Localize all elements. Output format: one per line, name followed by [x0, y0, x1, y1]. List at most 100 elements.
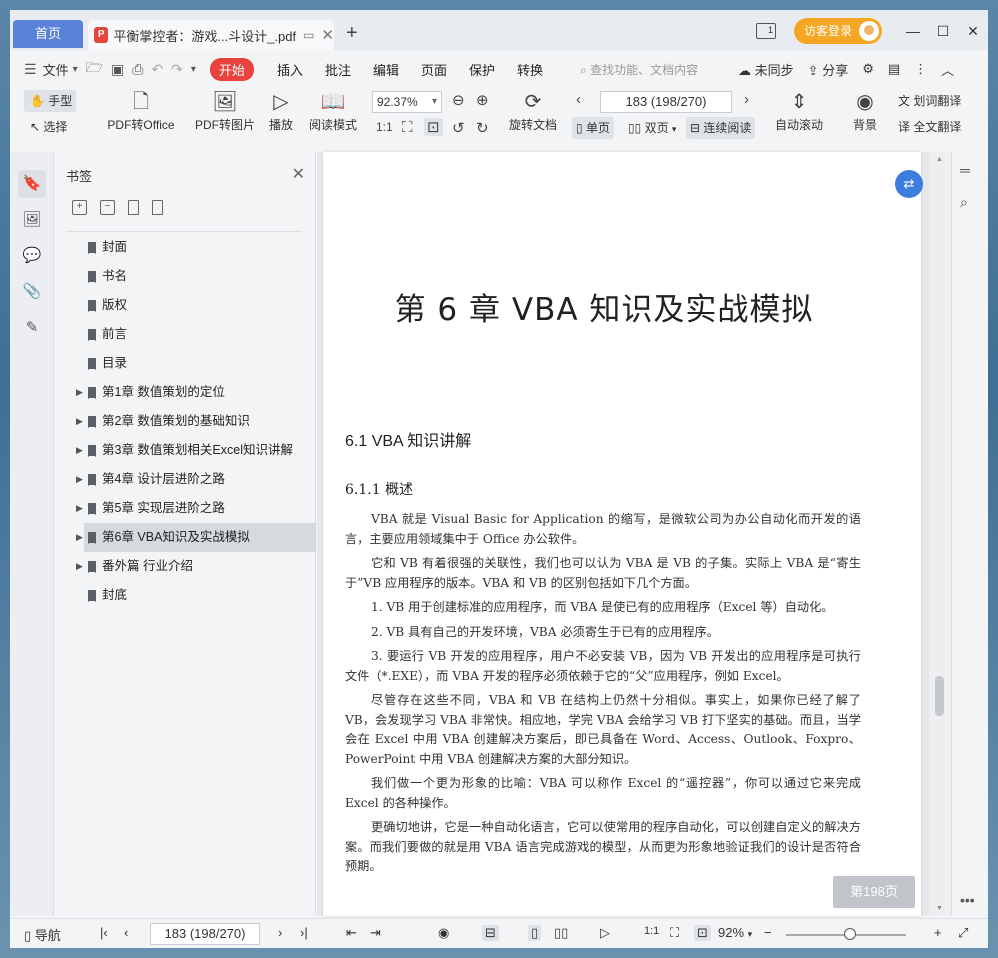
scroll-down-icon[interactable]: ▼: [936, 905, 943, 912]
prev-page-status-icon[interactable]: ‹: [124, 925, 128, 940]
search-input[interactable]: ⌕ 查找功能、文档内容: [580, 61, 730, 78]
nav-button[interactable]: ▯ 导航: [24, 925, 61, 944]
zoom-out-icon[interactable]: ⊖: [452, 91, 465, 109]
add-child-bookmark-icon[interactable]: −: [100, 200, 115, 215]
settings-icon[interactable]: ⚙: [862, 61, 874, 77]
continuous-status-icon[interactable]: ⊟: [482, 925, 499, 941]
play-button[interactable]: ▷ 播放: [264, 88, 298, 133]
expand-arrow-icon[interactable]: ▶: [76, 436, 83, 465]
floating-convert-icon[interactable]: ⇄: [895, 170, 923, 198]
scrollbar-thumb[interactable]: [935, 676, 944, 716]
new-tab-button[interactable]: +: [346, 22, 358, 45]
tab-document[interactable]: P 平衡掌控者：游戏...斗设计_.pdf ▭ ✕: [88, 20, 334, 50]
bookmark-item[interactable]: ▶ 第2章 数值策划的基础知识: [54, 407, 316, 436]
menu-file[interactable]: 文件: [43, 60, 69, 79]
sync-button[interactable]: ☁ 未同步: [738, 60, 794, 79]
window-icon[interactable]: ▭: [303, 28, 314, 42]
signature-icon[interactable]: ✎: [18, 314, 46, 342]
expand-arrow-icon[interactable]: ▶: [76, 552, 83, 581]
bookmark-item[interactable]: ▶ 第1章 数值策划的定位: [54, 378, 316, 407]
menu-page[interactable]: 页面: [421, 60, 447, 79]
chevron-down-icon[interactable]: ▾: [73, 64, 78, 75]
actual-size-status-icon[interactable]: 1:1: [644, 925, 659, 937]
bookmark-item[interactable]: ▶ 第3章 数值策划相关Excel知识讲解: [54, 436, 316, 465]
expand-arrow-icon[interactable]: ▶: [76, 407, 83, 436]
fit-width-status-icon[interactable]: ⊡: [694, 925, 711, 941]
menu-edit[interactable]: 编辑: [373, 60, 399, 79]
background-button[interactable]: ◉ 背景: [844, 88, 886, 133]
double-page-button[interactable]: ▯▯ 双页 ▾: [624, 117, 680, 139]
undo-icon[interactable]: ↶: [151, 61, 163, 78]
open-folder-icon[interactable]: 🗁: [86, 57, 103, 81]
bookmark-item[interactable]: 书名: [54, 262, 316, 291]
add-bookmark-icon[interactable]: +: [72, 200, 87, 215]
continuous-read-button[interactable]: ⊟ 连续阅读: [686, 117, 756, 139]
expand-arrow-icon[interactable]: ▶: [76, 494, 83, 523]
close-panel-icon[interactable]: ✕: [292, 164, 305, 184]
status-page-input[interactable]: 183 (198/270): [150, 923, 260, 945]
comment-icon[interactable]: 💬: [18, 242, 46, 270]
sidebar-toggle-icon[interactable]: ═: [960, 162, 970, 178]
bookmark-item[interactable]: 版权: [54, 291, 316, 320]
rotate-right-icon[interactable]: ↻: [476, 119, 489, 137]
hamburger-menu-icon[interactable]: ☰: [24, 61, 37, 78]
fit-page-icon[interactable]: ⛶: [402, 119, 413, 136]
message-icon[interactable]: ▤: [888, 61, 900, 77]
print-icon[interactable]: ⎙: [132, 61, 143, 78]
bookmark-item[interactable]: ▶ 第6章 VBA知识及实战模拟: [76, 523, 316, 552]
menu-convert[interactable]: 转换: [517, 60, 543, 79]
scroll-up-icon[interactable]: ▲: [936, 156, 943, 163]
word-translate-button[interactable]: 文 划词翻译: [894, 90, 965, 112]
bookmark-item[interactable]: 封面: [54, 233, 316, 262]
zoom-in-icon[interactable]: ⊕: [476, 91, 489, 109]
bookmark-panel-icon[interactable]: 🔖: [18, 170, 46, 198]
fit-width-icon[interactable]: ⊡: [424, 118, 443, 136]
search-document-icon[interactable]: ⌕: [960, 194, 968, 211]
menu-insert[interactable]: 插入: [277, 60, 303, 79]
hand-tool-button[interactable]: ✋ 手型: [24, 90, 76, 112]
redo-icon[interactable]: ↷: [171, 61, 183, 78]
bookmark-add-icon[interactable]: [128, 200, 139, 215]
collapse-ribbon-icon[interactable]: ︿: [941, 60, 954, 79]
single-page-status-icon[interactable]: ▯: [528, 925, 542, 941]
auto-scroll-button[interactable]: ⇕ 自动滚动: [766, 88, 832, 133]
zoom-select[interactable]: 92.37%: [372, 91, 442, 113]
page-number-input[interactable]: 183 (198/270): [600, 91, 732, 113]
vertical-scrollbar[interactable]: ▲ ▼: [929, 152, 951, 916]
rotate-document-button[interactable]: ⟳ 旋转文档: [506, 88, 560, 133]
menu-comment[interactable]: 批注: [325, 60, 351, 79]
bookmark-item[interactable]: ▶ 番外篇 行业介绍: [54, 552, 316, 581]
expand-arrow-icon[interactable]: ▶: [76, 523, 83, 552]
last-page-icon[interactable]: ›|: [300, 925, 308, 940]
forward-icon[interactable]: ⇥: [370, 925, 381, 941]
minimize-button[interactable]: —: [898, 23, 928, 39]
expand-arrow-icon[interactable]: ▶: [76, 378, 83, 407]
zoom-in-status-icon[interactable]: +: [934, 925, 942, 940]
zoom-status[interactable]: 92% ▾: [718, 925, 752, 940]
expand-arrow-icon[interactable]: ▶: [76, 465, 83, 494]
close-window-button[interactable]: ✕: [958, 23, 988, 40]
full-translate-button[interactable]: 译 全文翻译: [894, 116, 965, 138]
first-page-icon[interactable]: |‹: [100, 925, 108, 940]
back-icon[interactable]: ⇤: [346, 925, 357, 941]
rotate-left-icon[interactable]: ↺: [452, 119, 465, 137]
bookmark-item[interactable]: ▶ 第5章 实现层进阶之路: [54, 494, 316, 523]
bookmark-item[interactable]: 封底: [54, 581, 316, 610]
play-status-icon[interactable]: ▷: [600, 925, 610, 941]
more-options-icon[interactable]: •••: [960, 892, 975, 908]
save-icon[interactable]: ▣: [111, 61, 124, 78]
more-quick-icon[interactable]: ▾: [191, 64, 196, 75]
more-icon[interactable]: ⋮: [914, 61, 927, 77]
next-page-icon[interactable]: ›: [744, 91, 749, 108]
zoom-slider[interactable]: [786, 928, 906, 940]
read-mode-button[interactable]: 📖 阅读模式: [306, 88, 360, 133]
close-tab-icon[interactable]: ✕: [321, 26, 334, 44]
eye-mode-icon[interactable]: ◉: [438, 925, 449, 941]
pdf-to-office-button[interactable]: 🗋 PDF转Office: [100, 88, 182, 133]
select-tool-button[interactable]: ↖ 选择: [30, 118, 67, 135]
share-button[interactable]: ⇪ 分享: [808, 60, 849, 79]
single-page-button[interactable]: ▯ 单页: [572, 117, 614, 139]
prev-page-icon[interactable]: ‹: [576, 91, 581, 108]
double-page-status-icon[interactable]: ▯▯: [554, 925, 568, 941]
bookmark-remove-icon[interactable]: [152, 200, 163, 215]
